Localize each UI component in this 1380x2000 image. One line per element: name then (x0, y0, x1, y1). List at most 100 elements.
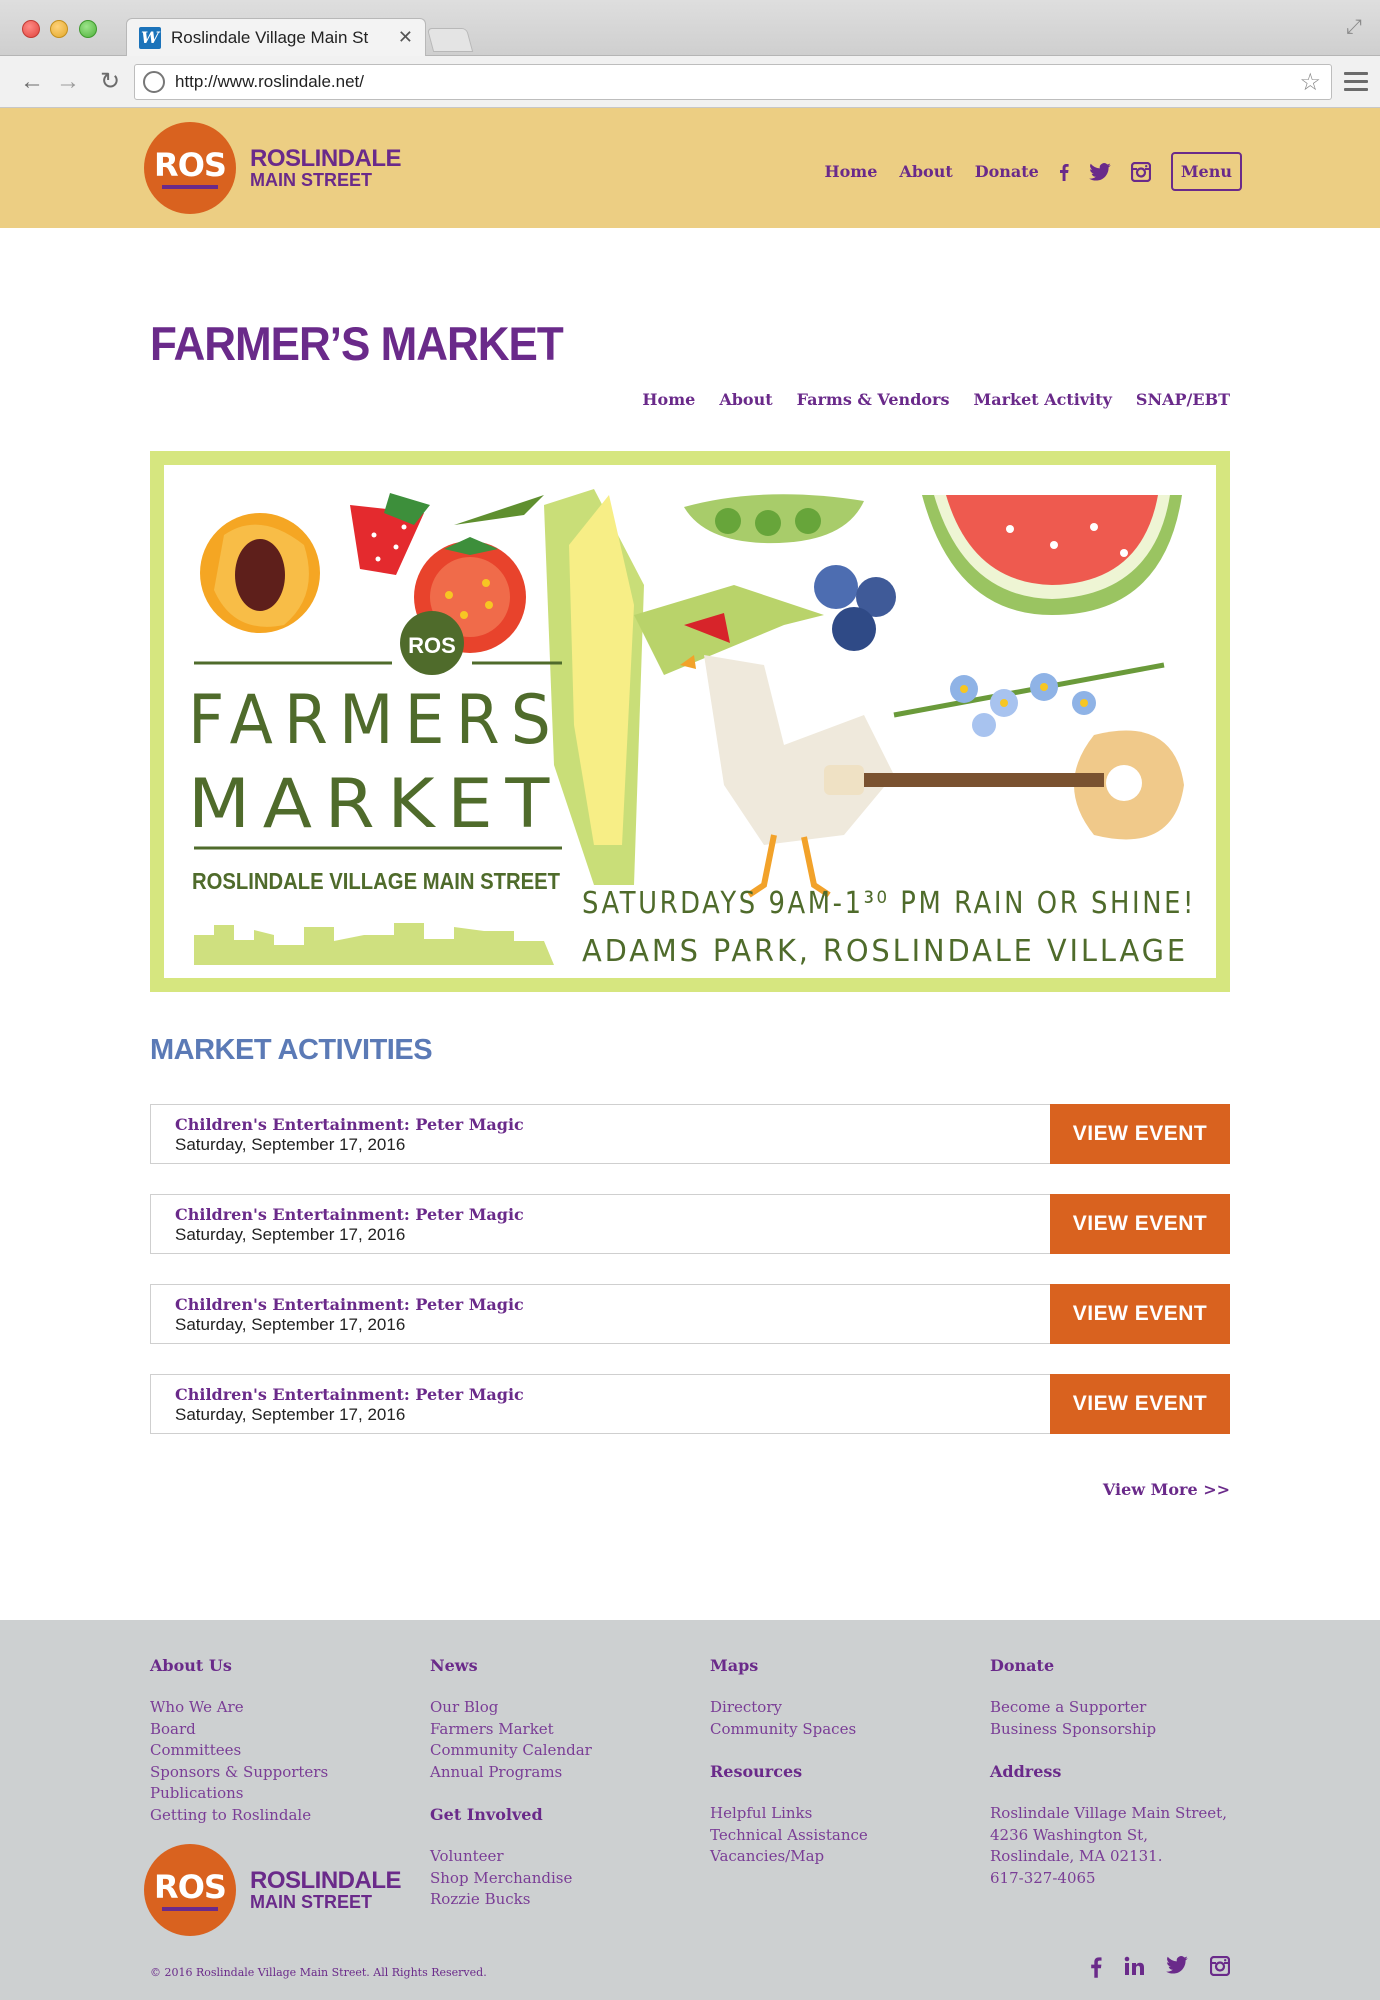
view-more-link[interactable]: View More >> (1103, 1480, 1230, 1499)
address-bar[interactable]: http://www.roslindale.net/ ☆ (134, 64, 1332, 100)
address-line: Roslindale Village Main Street, (990, 1804, 1227, 1822)
twitter-icon[interactable] (1166, 1956, 1188, 1978)
fullscreen-icon[interactable]: ⤢ (1346, 16, 1362, 39)
pea-pod-illustration (684, 494, 864, 544)
facebook-icon[interactable] (1059, 163, 1069, 181)
footer-link-who-we-are[interactable]: Who We Are (150, 1697, 328, 1719)
reload-icon[interactable]: ↻ (96, 68, 124, 96)
browser-toolbar: ← → ↻ http://www.roslindale.net/ ☆ (0, 56, 1380, 108)
footer-heading-news: News (430, 1656, 478, 1675)
footer-link-helpful-links[interactable]: Helpful Links (710, 1803, 868, 1825)
event-date: Saturday, September 17, 2016 (175, 1225, 406, 1244)
footer-link-publications[interactable]: Publications (150, 1783, 328, 1805)
logo-wordmark: ROSLINDALE MAIN STREET (250, 1868, 402, 1913)
footer-link-community-spaces[interactable]: Community Spaces (710, 1719, 868, 1741)
footer-link-community-calendar[interactable]: Community Calendar (430, 1740, 592, 1762)
banner-badge-text: ROS (408, 633, 456, 658)
header-nav-about[interactable]: About (899, 162, 952, 181)
address-line: Roslindale, MA 02131. (990, 1847, 1163, 1865)
sub-nav-about[interactable]: About (719, 390, 772, 409)
new-tab-button[interactable] (426, 28, 474, 52)
event-date: Saturday, September 17, 2016 (175, 1315, 406, 1334)
header-nav-home[interactable]: Home (825, 162, 878, 181)
view-event-button[interactable]: VIEW EVENT (1050, 1374, 1230, 1434)
sub-nav-market-activity[interactable]: Market Activity (973, 390, 1111, 409)
event-row: Children's Entertainment: Peter Magic Sa… (150, 1374, 1230, 1434)
event-title[interactable]: Children's Entertainment: Peter Magic (175, 1115, 1026, 1135)
footer-link-farmers-market[interactable]: Farmers Market (430, 1719, 592, 1741)
instagram-icon[interactable] (1210, 1956, 1230, 1978)
phone-number[interactable]: 617-327-4065 (990, 1868, 1227, 1890)
banner-title-block: ROS FARMERS MARKET ROSLINDALE VILLAGE MA… (188, 611, 562, 965)
logo-line-2: MAIN STREET (250, 170, 373, 191)
sub-nav-home[interactable]: Home (642, 390, 695, 409)
footer-heading-donate: Donate (990, 1656, 1055, 1675)
site-footer: About Us Who We Are Board Committees Spo… (0, 1620, 1380, 2000)
page-title: FARMER’S MARKET (150, 318, 564, 371)
footer-link-business-sponsorship[interactable]: Business Sponsorship (990, 1719, 1227, 1741)
sub-nav-farms-vendors[interactable]: Farms & Vendors (797, 390, 950, 409)
forward-arrow-icon[interactable]: → (54, 68, 82, 96)
event-row: Children's Entertainment: Peter Magic Sa… (150, 1284, 1230, 1344)
browser-menu-icon[interactable] (1344, 72, 1368, 96)
header-nav-donate[interactable]: Donate (975, 162, 1039, 181)
logo-mark-text: ROS (154, 1868, 227, 1906)
event-title[interactable]: Children's Entertainment: Peter Magic (175, 1205, 1026, 1225)
logo-line-2: MAIN STREET (250, 1892, 373, 1913)
footer-link-committees[interactable]: Committees (150, 1740, 328, 1762)
back-arrow-icon[interactable]: ← (18, 68, 46, 96)
event-info: Children's Entertainment: Peter Magic Sa… (151, 1285, 1050, 1343)
footer-logo[interactable]: ROS ROSLINDALE MAIN STREET (144, 1844, 402, 1936)
view-event-button[interactable]: VIEW EVENT (1050, 1194, 1230, 1254)
footer-link-rozzie-bucks[interactable]: Rozzie Bucks (430, 1889, 592, 1911)
logo-mark: ROS (144, 122, 236, 214)
instagram-icon[interactable] (1130, 161, 1151, 182)
sub-nav-snap-ebt[interactable]: SNAP/EBT (1136, 390, 1230, 409)
banner-line1: FARMERS (188, 681, 562, 760)
event-title[interactable]: Children's Entertainment: Peter Magic (175, 1385, 1026, 1405)
footer-link-getting-to-roslindale[interactable]: Getting to Roslindale (150, 1805, 328, 1827)
footer-link-volunteer[interactable]: Volunteer (430, 1846, 592, 1868)
footer-col-donate: Donate Become a Supporter Business Spons… (990, 1656, 1227, 1889)
menu-button[interactable]: Menu (1170, 152, 1242, 191)
minimize-window-button[interactable] (50, 20, 68, 38)
bookmark-star-icon[interactable]: ☆ (1299, 68, 1321, 97)
linkedin-icon[interactable] (1124, 1956, 1144, 1978)
event-title[interactable]: Children's Entertainment: Peter Magic (175, 1295, 1026, 1315)
footer-link-annual-programs[interactable]: Annual Programs (430, 1762, 592, 1784)
footer-link-board[interactable]: Board (150, 1719, 328, 1741)
facebook-icon[interactable] (1090, 1956, 1102, 1978)
market-sub-nav: Home About Farms & Vendors Market Activi… (618, 390, 1230, 409)
banner-schedule: SATURDAYS 9AM-1³⁰ PM RAIN OR SHINE! (582, 886, 1196, 921)
footer-heading-resources: Resources (710, 1762, 803, 1781)
view-event-button[interactable]: VIEW EVENT (1050, 1104, 1230, 1164)
url-text[interactable]: http://www.roslindale.net/ (175, 72, 1299, 92)
event-date: Saturday, September 17, 2016 (175, 1135, 406, 1154)
footer-link-shop-merchandise[interactable]: Shop Merchandise (430, 1868, 592, 1890)
footer-link-our-blog[interactable]: Our Blog (430, 1697, 592, 1719)
footer-social (1068, 1956, 1230, 1978)
footer-heading-maps: Maps (710, 1656, 759, 1675)
footer-link-directory[interactable]: Directory (710, 1697, 868, 1719)
logo-wordmark: ROSLINDALE MAIN STREET (250, 146, 402, 191)
site-header: ROS ROSLINDALE MAIN STREET Home About Do… (0, 108, 1380, 228)
market-activities-title: MARKET ACTIVITIES (150, 1034, 433, 1066)
view-event-button[interactable]: VIEW EVENT (1050, 1284, 1230, 1344)
globe-icon (143, 71, 165, 93)
browser-tab-active[interactable]: W Roslindale Village Main St ✕ (126, 18, 426, 56)
footer-link-vacancies-map[interactable]: Vacancies/Map (710, 1846, 868, 1868)
banner-line2: MARKET (188, 765, 562, 844)
footer-link-sponsors[interactable]: Sponsors & Supporters (150, 1762, 328, 1784)
footer-link-become-supporter[interactable]: Become a Supporter (990, 1697, 1227, 1719)
twitter-icon[interactable] (1089, 162, 1111, 181)
tab-close-icon[interactable]: ✕ (398, 27, 413, 48)
close-window-button[interactable] (22, 20, 40, 38)
zoom-window-button[interactable] (79, 20, 97, 38)
rooster-illustration (680, 613, 894, 898)
footer-link-technical-assistance[interactable]: Technical Assistance (710, 1825, 868, 1847)
event-row: Children's Entertainment: Peter Magic Sa… (150, 1194, 1230, 1254)
site-logo[interactable]: ROS ROSLINDALE MAIN STREET (144, 122, 402, 214)
peach-illustration (200, 513, 320, 633)
farmers-market-banner: ROS FARMERS MARKET ROSLINDALE VILLAGE MA… (150, 451, 1230, 992)
event-info: Children's Entertainment: Peter Magic Sa… (151, 1195, 1050, 1253)
